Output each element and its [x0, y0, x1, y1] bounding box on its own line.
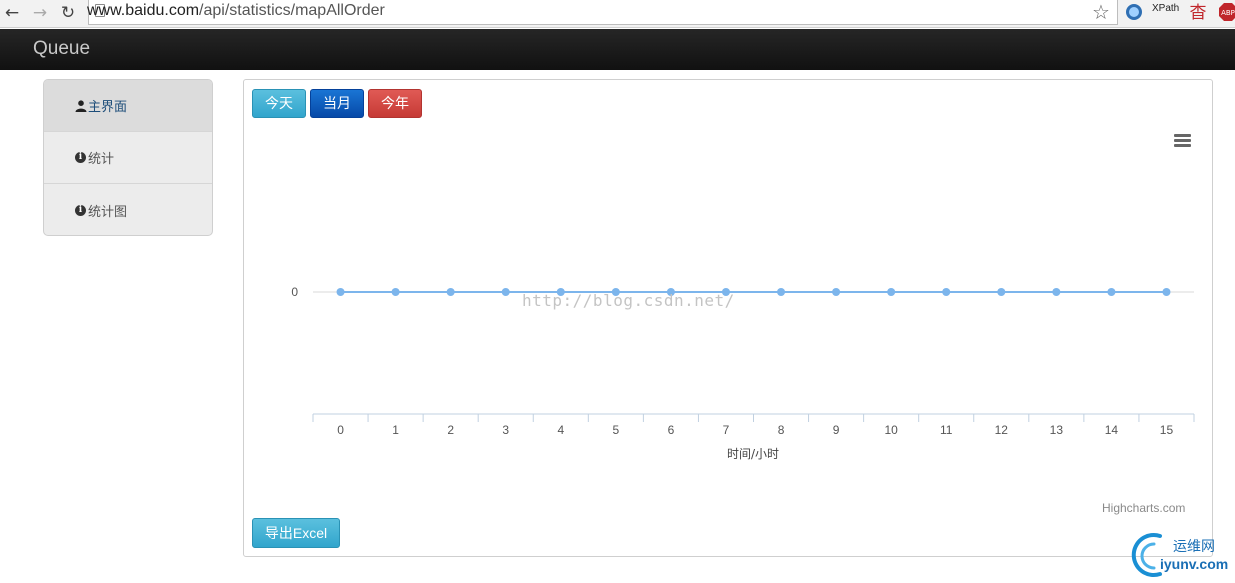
export-excel-button[interactable]: 导出Excel [252, 518, 340, 548]
x-tick-label: 4 [557, 423, 564, 437]
x-tick-label: 5 [613, 423, 620, 437]
x-tick-label: 10 [884, 423, 898, 437]
data-point[interactable] [336, 288, 345, 296]
main-panel: 今天 当月 今年 0 1 2 3 4 5 6 7 8 9 10 11 12 13 14 15 0 时间/小时 … [243, 79, 1213, 557]
data-point[interactable] [1107, 288, 1116, 296]
app-navbar: Queue [0, 29, 1235, 70]
url-text[interactable]: www.baidu.com/api/statistics/mapAllOrder [87, 2, 385, 20]
x-tick-label: 12 [995, 423, 1009, 437]
data-point[interactable] [777, 288, 786, 296]
data-point[interactable] [832, 288, 841, 296]
data-point[interactable] [1052, 288, 1061, 296]
data-point[interactable] [1162, 288, 1171, 296]
sidebar-item-label: 统计 [88, 151, 115, 166]
x-tick-label: 11 [940, 423, 953, 437]
x-tick-label: 14 [1105, 423, 1119, 437]
x-tick-label: 0 [337, 423, 344, 437]
x-axis-title: 时间/小时 [727, 447, 779, 461]
data-point[interactable] [501, 288, 510, 296]
x-tick-label: 2 [447, 423, 454, 437]
bookmark-star-icon[interactable]: ☆ [1092, 0, 1110, 24]
x-tick-label: 7 [723, 423, 730, 437]
user-icon [75, 99, 87, 112]
xpath-extension-icon[interactable]: XPath [1152, 2, 1179, 24]
site-logo: 运维网 iyunv.com [1130, 530, 1235, 578]
highcharts-credits[interactable]: Highcharts.com [1102, 501, 1185, 515]
y-tick-label: 0 [291, 285, 298, 299]
info-icon: i [75, 152, 86, 163]
sidebar-item-label: 主界面 [88, 99, 128, 114]
brand-title[interactable]: Queue [33, 38, 90, 60]
sidebar-item-home[interactable]: 主界面 [44, 80, 212, 132]
data-point[interactable] [887, 288, 896, 296]
extension-globe-icon[interactable] [1123, 2, 1145, 24]
data-point[interactable] [942, 288, 951, 296]
x-tick-label: 3 [502, 423, 509, 437]
sidebar-item-label: 统计图 [88, 203, 128, 219]
reload-icon[interactable]: ↻ [57, 2, 79, 24]
forward-arrow-icon[interactable]: → [29, 2, 51, 24]
logo-text-bottom: iyunv.com [1160, 556, 1229, 572]
x-tick-label: 15 [1160, 423, 1174, 437]
data-point[interactable] [997, 288, 1006, 296]
x-tick-label: 6 [668, 423, 675, 437]
watermark-text: http://blog.csdn.net/ [522, 291, 735, 310]
data-point[interactable] [391, 288, 400, 296]
sidebar-item-statistics[interactable]: i 统计 [44, 132, 212, 184]
data-point[interactable] [446, 288, 455, 296]
x-tick-label: 8 [778, 423, 785, 437]
logo-text-top: 运维网 [1173, 539, 1215, 555]
svg-text:ABP: ABP [1221, 9, 1235, 17]
sidebar-item-statistics-chart[interactable]: i 统计图 [44, 184, 212, 235]
x-tick-label: 1 [392, 423, 399, 437]
extension-chinese-icon[interactable]: 杳 [1186, 2, 1210, 24]
x-tick-label: 9 [833, 423, 840, 437]
info-icon: i [75, 204, 86, 216]
browser-toolbar: ← → ↻ www.baidu.com/api/statistics/mapAl… [0, 0, 1235, 28]
back-arrow-icon[interactable]: ← [1, 2, 23, 24]
sidebar-nav: 主界面 i 统计 i 统计图 [43, 79, 213, 236]
x-tick-label: 13 [1050, 423, 1064, 437]
adblock-icon[interactable]: ABP [1218, 2, 1235, 24]
